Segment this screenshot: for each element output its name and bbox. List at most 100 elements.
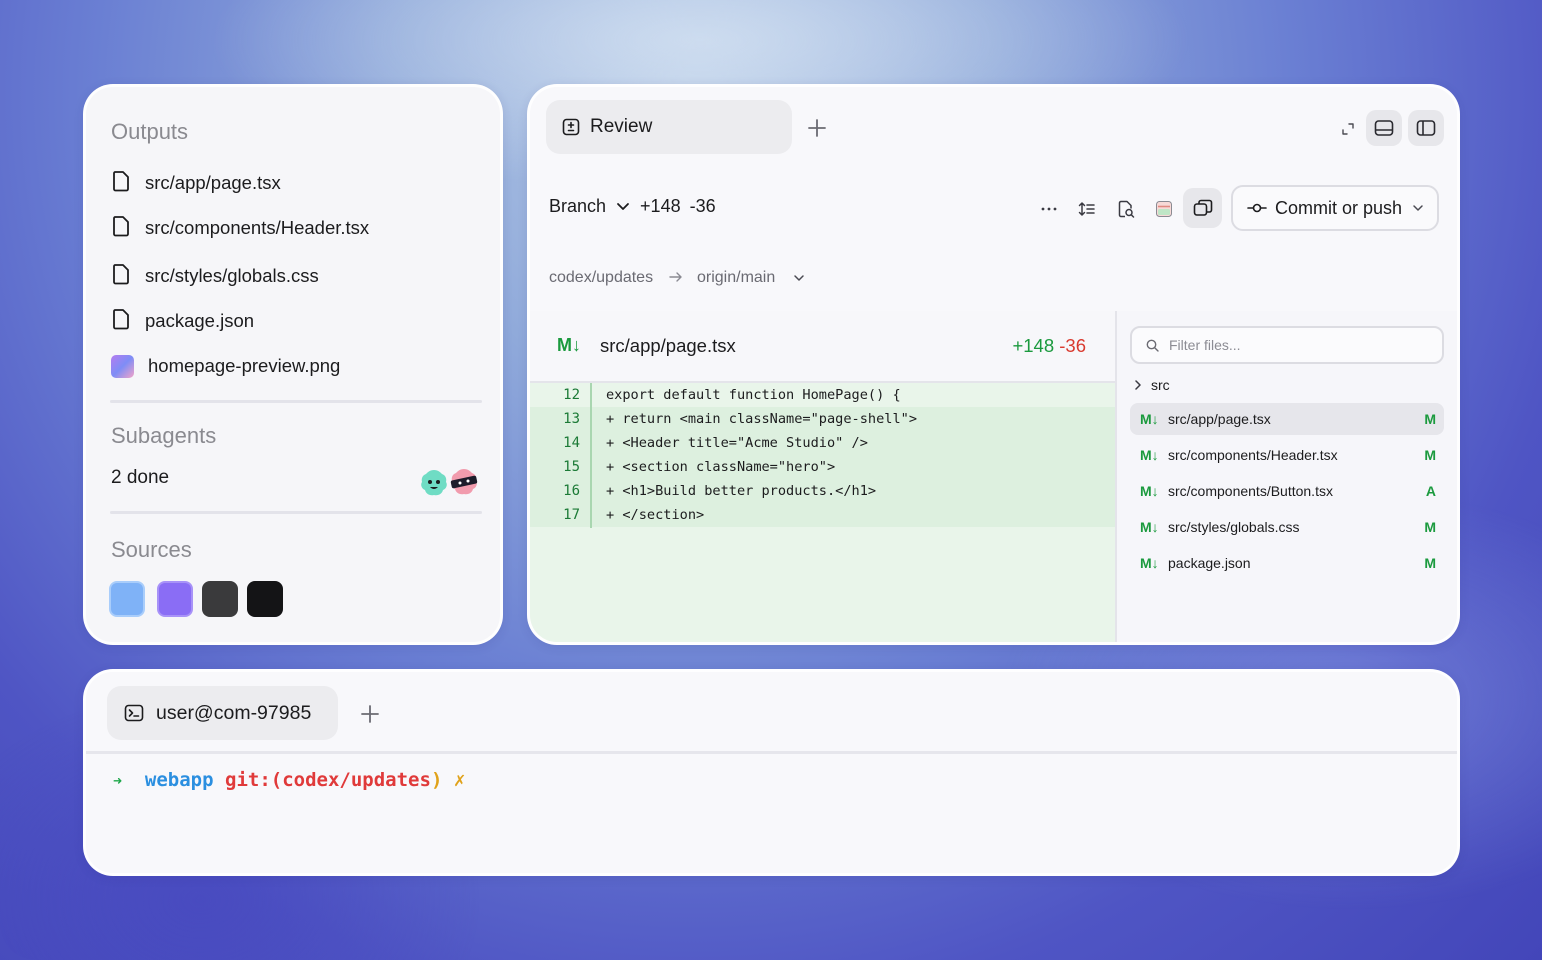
prompt-arrow-icon: ➜ [113, 772, 123, 790]
output-file-item[interactable]: package.json [111, 308, 254, 334]
subagent-avatar-teal-icon [421, 470, 447, 496]
prompt-directory: webapp [144, 769, 214, 791]
chevron-down-icon[interactable] [616, 201, 630, 211]
file-status-badge: M [1424, 519, 1436, 535]
commit-button-label: Commit or push [1275, 197, 1403, 218]
code-lines: 12 export default function HomePage() { … [530, 383, 1115, 527]
changed-file-path: src/components/Button.tsx [1168, 483, 1333, 499]
markdown-badge-icon: M↓ [1140, 411, 1159, 427]
chevron-right-icon [1134, 379, 1142, 391]
chevron-down-icon[interactable] [793, 274, 805, 282]
output-file-name: src/components/Header.tsx [145, 217, 370, 238]
prompt-branch: codex/updates [282, 769, 431, 791]
file-status-badge: M [1424, 555, 1436, 571]
file-search-icon[interactable] [1112, 195, 1140, 223]
more-options-icon[interactable] [1035, 195, 1063, 223]
gutter-divider [590, 383, 592, 528]
code-line-added: 17 + </section> [530, 503, 1115, 527]
changed-file-path: src/styles/globals.css [1168, 519, 1300, 535]
output-file-name: src/styles/globals.css [145, 265, 319, 286]
changed-file-item[interactable]: M↓ src/components/Header.tsx M [1130, 439, 1444, 471]
target-branch[interactable]: origin/main [697, 269, 775, 287]
changed-file-path: package.json [1168, 555, 1251, 571]
folder-src[interactable]: src [1134, 377, 1170, 393]
line-code: export default function HomePage() { [606, 387, 901, 403]
tab-review-label: Review [590, 116, 653, 137]
diff-deletions: -36 [1059, 335, 1086, 356]
source-swatch-dark-gray[interactable] [202, 581, 238, 617]
file-status-badge: M [1424, 447, 1436, 463]
source-swatch-blue[interactable] [109, 581, 145, 617]
subagents-status: 2 done [111, 467, 170, 488]
tab-review[interactable]: Review [546, 100, 792, 154]
changed-file-path: src/app/page.tsx [1168, 411, 1271, 427]
changed-file-item[interactable]: M↓ src/components/Button.tsx A [1130, 475, 1444, 507]
bottom-panel-toggle-icon[interactable] [1366, 110, 1402, 146]
subagent-avatars[interactable] [418, 467, 482, 499]
output-file-name: src/app/page.tsx [145, 172, 281, 193]
file-icon [111, 263, 131, 290]
filter-files-input[interactable] [1167, 336, 1431, 354]
changed-file-item[interactable]: M↓ package.json M [1130, 547, 1444, 579]
output-file-item[interactable]: src/app/page.tsx [111, 170, 281, 196]
sort-lines-icon[interactable] [1073, 195, 1101, 223]
branch-label[interactable]: Branch [549, 196, 606, 217]
outputs-panel: Outputs src/app/page.tsx src/components/… [83, 84, 503, 645]
prompt-git-prefix: git:( [225, 769, 283, 791]
terminal-prompt[interactable]: ➜ webapp git:(codex/updates) ✗ [113, 769, 465, 791]
line-number: 17 [563, 507, 580, 523]
line-code: + <h1>Build better products.</h1> [606, 483, 877, 499]
output-file-item[interactable]: homepage-preview.png [111, 353, 340, 379]
line-number: 15 [563, 459, 580, 475]
diff-view: M↓ src/app/page.tsx +148 -36 12 export d… [530, 311, 1115, 642]
source-swatch-purple[interactable] [157, 581, 193, 617]
code-line: 12 export default function HomePage() { [530, 383, 1115, 407]
subagents-title: Subagents [111, 423, 217, 448]
divider [110, 511, 482, 514]
prompt-git-suffix: ) [430, 769, 443, 791]
code-line-added: 13 + return <main className="page-shell"… [530, 407, 1115, 431]
image-thumbnail-icon [111, 354, 134, 378]
code-line-added: 14 + <Header title="Acme Studio" /> [530, 431, 1115, 455]
line-code: + return <main className="page-shell"> [606, 411, 917, 427]
terminal-tab-label: user@com-97985 [156, 701, 312, 724]
review-panel: Review Branch +148 -36 Commit or push co… [527, 84, 1460, 645]
copy-windows-icon[interactable] [1183, 188, 1222, 228]
markdown-badge-icon: M↓ [1140, 483, 1159, 499]
diff-additions: +148 [1012, 335, 1055, 356]
chevron-down-icon [1412, 204, 1424, 212]
folder-name: src [1151, 377, 1170, 393]
file-status-badge: M [1424, 411, 1436, 427]
file-status-badge: A [1425, 483, 1436, 499]
changed-file-path: src/components/Header.tsx [1168, 447, 1338, 463]
filter-files-field[interactable] [1130, 326, 1444, 364]
branch-additions: +148 [640, 195, 681, 216]
prompt-dirty-icon: ✗ [453, 769, 466, 791]
source-branch: codex/updates [549, 269, 654, 286]
markdown-badge-icon: M↓ [1140, 519, 1159, 535]
diff-file-header[interactable]: M↓ src/app/page.tsx +148 -36 [530, 311, 1115, 383]
markdown-badge-icon: M↓ [557, 335, 581, 355]
sidebar-toggle-icon[interactable] [1408, 110, 1444, 146]
split-diff-icon[interactable] [1150, 195, 1178, 223]
new-tab-plus-icon[interactable] [804, 115, 830, 141]
line-number: 14 [563, 435, 580, 451]
file-icon [111, 170, 131, 197]
diff-file-stats: +148 -36 [1012, 335, 1086, 357]
commit-or-push-button[interactable]: Commit or push [1231, 185, 1439, 231]
expand-icon[interactable] [1334, 115, 1362, 143]
changed-file-item[interactable]: M↓ src/styles/globals.css M [1130, 511, 1444, 543]
diff-icon [562, 118, 580, 136]
line-code: + </section> [606, 507, 705, 523]
tab-terminal[interactable]: user@com-97985 [107, 686, 338, 740]
output-file-item[interactable]: src/components/Header.tsx [111, 215, 369, 241]
divider [110, 400, 482, 403]
output-file-item[interactable]: src/styles/globals.css [111, 263, 319, 289]
new-terminal-plus-icon[interactable] [357, 701, 383, 727]
source-swatch-black[interactable] [247, 581, 283, 617]
subagent-avatar-pink-icon [450, 469, 478, 495]
line-code: + <section className="hero"> [606, 459, 836, 475]
code-line-added: 16 + <h1>Build better products.</h1> [530, 479, 1115, 503]
changed-file-item[interactable]: M↓ src/app/page.tsx M [1130, 403, 1444, 435]
line-code: + <Header title="Acme Studio" /> [606, 435, 868, 451]
